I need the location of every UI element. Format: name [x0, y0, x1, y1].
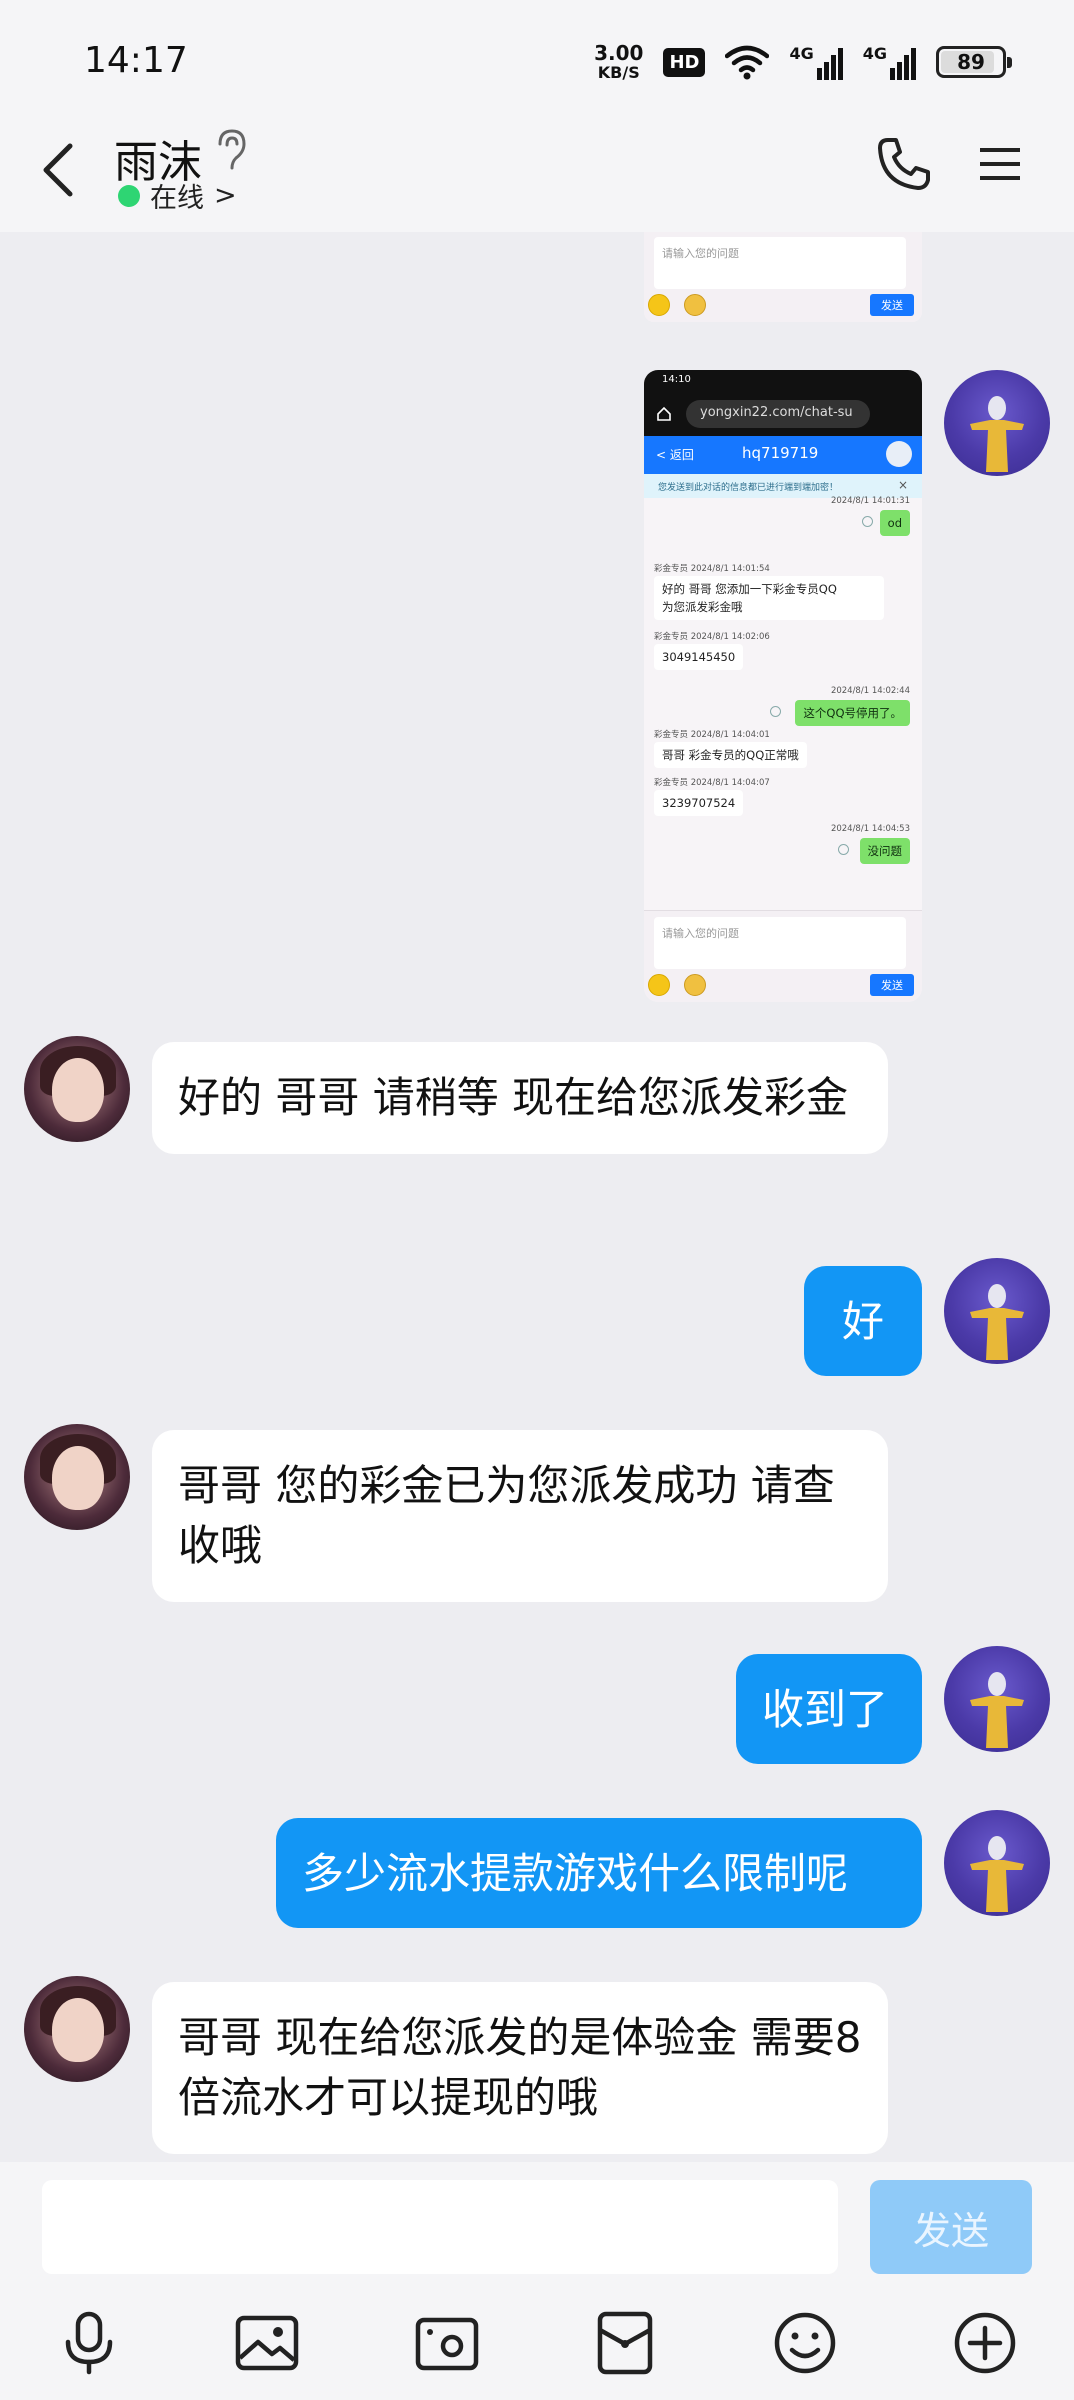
- embedded-message-bubble: 没问题: [859, 838, 910, 864]
- microphone-icon[interactable]: [54, 2308, 124, 2378]
- embedded-encryption-notice: 您发送到此对话的信息都已进行端到端加密！ ×: [644, 474, 922, 498]
- avatar-figure-icon: [970, 396, 1024, 472]
- embedded-home-icon: [657, 406, 671, 421]
- embedded-status-time: 14:10: [662, 374, 691, 385]
- embedded-message-bubble: 这个QQ号停用了。: [795, 700, 910, 726]
- message-bubble-incoming[interactable]: 哥哥 现在给您派发的是体验金 需要8倍流水才可以提现的哦: [152, 1982, 888, 2154]
- embedded-chat-title: hq719719: [742, 444, 819, 462]
- status-indicators: 3.00 KB/S HD 4G 4G 89: [594, 40, 1012, 84]
- online-dot: [118, 184, 140, 207]
- image-message-partial[interactable]: 请输入您的问题 发送: [644, 232, 922, 322]
- avatar-figure-icon: [970, 1284, 1024, 1360]
- avatar-figure-icon: [970, 1836, 1024, 1912]
- user-avatar[interactable]: [944, 1810, 1050, 1916]
- emoji-icon[interactable]: [770, 2308, 840, 2378]
- embedded-input-area: 请输入您的问题 发送: [644, 910, 922, 1002]
- wifi-icon: [725, 45, 770, 80]
- composer-bar: 发送: [0, 2162, 1074, 2286]
- embedded-status-bar: 14:10: [644, 370, 922, 392]
- contact-avatar[interactable]: [24, 1424, 130, 1530]
- image-message-screenshot[interactable]: 14:10 yongxin22.com/chat-su < 返回 hq71971…: [644, 370, 922, 1002]
- network-speed-unit: KB/S: [597, 63, 640, 82]
- signal-label-1: 4G: [789, 44, 814, 63]
- embedded-message-meta: 彩金专员 2024/8/1 14:04:07: [654, 778, 770, 788]
- embedded-read-check-icon: [770, 706, 781, 717]
- plus-icon[interactable]: [950, 2308, 1020, 2378]
- signal-4g-1: 4G: [789, 44, 843, 80]
- embedded-input-field: 请输入您的问题: [654, 237, 906, 289]
- presence-label: 在线: [150, 183, 204, 214]
- avatar-face: [52, 1058, 104, 1122]
- message-input[interactable]: [42, 2180, 838, 2274]
- status-time: 14:17: [84, 40, 188, 81]
- contact-avatar[interactable]: [24, 1976, 130, 2082]
- embedded-message-meta: 2024/8/1 14:02:44: [830, 686, 910, 696]
- embedded-emoji-icon: [648, 294, 670, 316]
- message-bubble-outgoing[interactable]: 好: [804, 1266, 922, 1376]
- embedded-back-label: < 返回: [656, 448, 694, 462]
- phone-icon[interactable]: [874, 134, 934, 194]
- message-bubble-incoming[interactable]: 哥哥 您的彩金已为您派发成功 请查收哦: [152, 1430, 888, 1602]
- avatar-face: [52, 1998, 104, 2062]
- embedded-message-meta: 彩金专员 2024/8/1 14:04:01: [654, 730, 770, 740]
- embedded-message-meta: 彩金专员 2024/8/1 14:02:06: [654, 632, 770, 642]
- embedded-message-meta: 彩金专员 2024/8/1 14:01:54: [654, 564, 770, 574]
- chevron-right-icon: >: [214, 180, 237, 211]
- send-button[interactable]: 发送: [870, 2180, 1032, 2274]
- embedded-read-check-icon: [838, 844, 849, 855]
- signal-bars-icon: [890, 48, 916, 80]
- battery-level: 89: [957, 50, 985, 74]
- user-avatar[interactable]: [944, 370, 1050, 476]
- message-bubble-outgoing[interactable]: 多少流水提款游戏什么限制呢: [276, 1818, 922, 1928]
- embedded-message-bubble: 3049145450: [654, 644, 744, 670]
- message-bubble-incoming[interactable]: 好的 哥哥 请稍等 现在给您派发彩金: [152, 1042, 888, 1154]
- avatar-face: [52, 1446, 104, 1510]
- avatar-figure-icon: [970, 1672, 1024, 1748]
- camera-icon[interactable]: [412, 2308, 482, 2378]
- signal-bars-icon: [816, 48, 843, 80]
- embedded-image-icon: [684, 294, 706, 316]
- back-arrow-icon[interactable]: [34, 134, 84, 204]
- embedded-notice-text: 您发送到此对话的信息都已进行端到端加密！: [658, 483, 839, 493]
- embedded-close-icon: ×: [897, 478, 908, 492]
- embedded-send-button: 发送: [870, 294, 914, 316]
- signal-4g-2: 4G: [863, 44, 916, 80]
- embedded-emoji-icon: [648, 974, 670, 996]
- status-bar: 14:17 3.00 KB/S HD 4G 4G 89: [0, 0, 1074, 120]
- embedded-avatar: [886, 441, 912, 467]
- hd-badge: HD: [663, 47, 706, 77]
- embedded-chat-header: < 返回 hq719719: [644, 436, 922, 474]
- battery-icon: 89: [936, 46, 1012, 78]
- embedded-image-icon: [684, 974, 706, 996]
- embedded-message-bubble: 哥哥 彩金专员的QQ正常哦: [654, 742, 807, 768]
- embedded-input-field: 请输入您的问题: [654, 917, 906, 969]
- chat-message-list[interactable]: 请输入您的问题 发送 14:10 yongxin22.com/chat-su <…: [0, 232, 1074, 2162]
- menu-icon[interactable]: [976, 140, 1024, 188]
- ear-icon: [218, 129, 246, 170]
- embedded-browser-bar: yongxin22.com/chat-su: [644, 392, 922, 436]
- embedded-message-bubble: 好的 哥哥 您添加一下彩金专员QQ 为您派发彩金哦: [654, 576, 884, 620]
- message-bubble-outgoing[interactable]: 收到了: [736, 1654, 922, 1764]
- red-packet-icon[interactable]: [590, 2308, 660, 2378]
- embedded-message-meta: 2024/8/1 14:04:53: [830, 824, 910, 834]
- contact-avatar[interactable]: [24, 1036, 130, 1142]
- embedded-url-bar: yongxin22.com/chat-su: [686, 400, 870, 428]
- embedded-message-meta: 2024/8/1 14:01:31: [830, 496, 910, 506]
- chat-header: 雨沫 在线 >: [0, 120, 1074, 232]
- network-speed-value: 3.00: [594, 41, 644, 65]
- embedded-message-bubble: od: [879, 510, 910, 536]
- signal-label-2: 4G: [862, 44, 887, 63]
- presence-status[interactable]: 在线 >: [118, 176, 237, 215]
- image-icon[interactable]: [232, 2308, 302, 2378]
- user-avatar[interactable]: [944, 1258, 1050, 1364]
- embedded-input-area: 请输入您的问题 发送: [644, 232, 922, 322]
- composer-toolbar: [0, 2286, 1074, 2400]
- embedded-message-bubble: 3239707524: [654, 790, 744, 816]
- embedded-send-button: 发送: [870, 974, 914, 996]
- user-avatar[interactable]: [944, 1646, 1050, 1752]
- network-speed: 3.00 KB/S: [594, 43, 643, 81]
- embedded-read-check-icon: [862, 516, 873, 527]
